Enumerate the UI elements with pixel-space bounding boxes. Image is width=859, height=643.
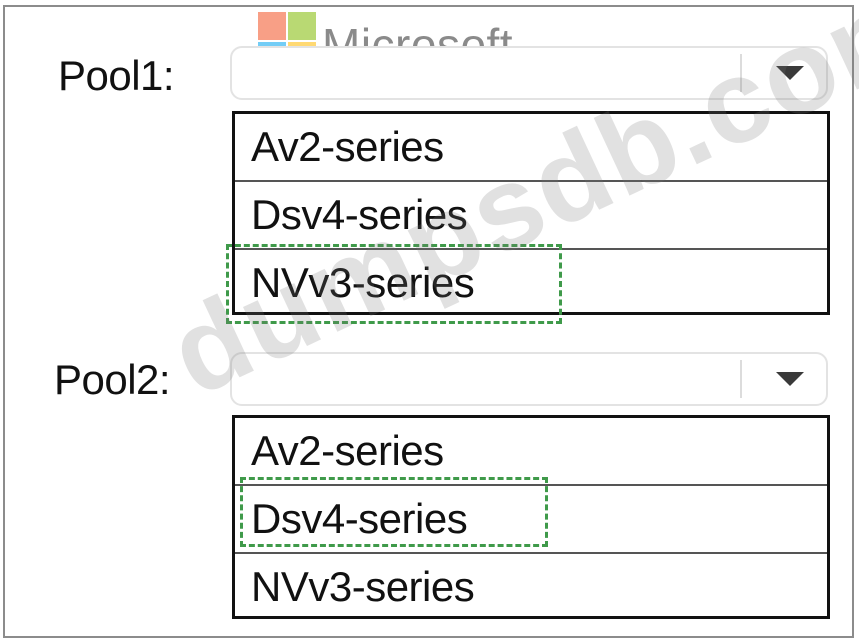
pool2-label: Pool2: <box>54 356 171 403</box>
dropdown-separator <box>740 360 742 398</box>
pool2-option-av2[interactable]: Av2-series <box>235 418 827 486</box>
chevron-down-icon[interactable] <box>776 372 804 386</box>
pool2-selected-highlight <box>240 477 548 547</box>
pool2-option-nvv3[interactable]: NVv3-series <box>235 552 827 620</box>
pool1-label: Pool1: <box>58 52 175 99</box>
